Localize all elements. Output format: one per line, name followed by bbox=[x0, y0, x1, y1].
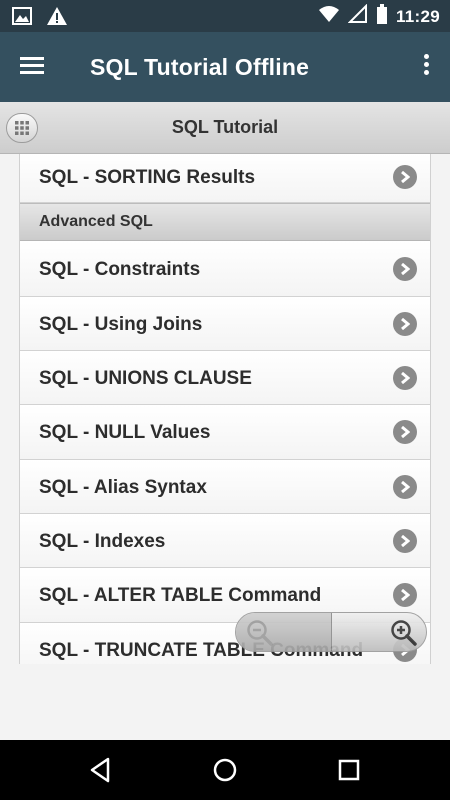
sub-header: SQL Tutorial bbox=[0, 102, 450, 154]
zoom-out-icon bbox=[247, 620, 273, 646]
zoom-out-button[interactable] bbox=[236, 613, 332, 651]
back-icon[interactable] bbox=[86, 756, 116, 784]
list-item-label: SQL - UNIONS CLAUSE bbox=[39, 368, 252, 389]
chevron-right-icon bbox=[393, 583, 417, 607]
list-item-label: SQL - Constraints bbox=[39, 259, 201, 280]
list-item[interactable]: SQL - Indexes bbox=[20, 514, 430, 568]
status-bar: 11:29 bbox=[0, 0, 450, 32]
status-time: 11:29 bbox=[395, 6, 440, 26]
navigation-bar bbox=[0, 740, 450, 800]
list-item-label: SQL - Alias Syntax bbox=[39, 477, 207, 498]
chevron-right-icon bbox=[393, 420, 417, 444]
chevron-right-icon bbox=[393, 529, 417, 553]
wifi-icon bbox=[318, 5, 340, 28]
list-item-label: SQL - NULL Values bbox=[39, 422, 211, 443]
chevron-right-icon bbox=[393, 312, 417, 336]
list-item[interactable]: SQL - Using Joins bbox=[20, 297, 430, 351]
signal-icon bbox=[347, 3, 368, 29]
topic-list: SQL - SORTING Results Advanced SQL SQL -… bbox=[19, 154, 431, 664]
battery-icon bbox=[376, 4, 388, 29]
list-item-label: SQL - SORTING Results bbox=[39, 167, 256, 188]
chevron-right-icon bbox=[393, 366, 417, 390]
recents-icon[interactable] bbox=[334, 756, 364, 784]
list-item-label: SQL - Using Joins bbox=[39, 314, 203, 335]
zoom-in-button[interactable] bbox=[332, 613, 426, 651]
zoom-in-icon bbox=[391, 620, 417, 646]
list-item[interactable]: SQL - NULL Values bbox=[20, 405, 430, 460]
app-title: SQL Tutorial Offline bbox=[90, 54, 310, 80]
zoom-control bbox=[235, 612, 427, 652]
list-item[interactable]: SQL - Alias Syntax bbox=[20, 460, 430, 514]
section-header: Advanced SQL bbox=[20, 203, 430, 241]
hamburger-menu-icon[interactable] bbox=[20, 54, 50, 80]
list-item-label: SQL - Indexes bbox=[39, 531, 166, 552]
image-icon bbox=[12, 7, 32, 30]
chevron-right-icon bbox=[393, 165, 417, 189]
list-item[interactable]: SQL - UNIONS CLAUSE bbox=[20, 351, 430, 405]
chevron-right-icon bbox=[393, 257, 417, 281]
app-bar: SQL Tutorial Offline bbox=[0, 32, 450, 102]
list-item[interactable]: SQL - SORTING Results bbox=[20, 154, 430, 203]
status-indicators: 11:29 bbox=[318, 3, 440, 29]
section-header-label: Advanced SQL bbox=[39, 213, 153, 230]
list-item[interactable]: SQL - Constraints bbox=[20, 241, 430, 297]
list-item-label: SQL - ALTER TABLE Command bbox=[39, 585, 322, 606]
chevron-right-icon bbox=[393, 475, 417, 499]
overflow-menu-icon[interactable] bbox=[420, 54, 432, 80]
home-icon[interactable] bbox=[210, 756, 240, 784]
page-title: SQL Tutorial bbox=[171, 117, 279, 137]
warning-icon bbox=[46, 6, 68, 31]
status-notifications bbox=[12, 6, 68, 31]
